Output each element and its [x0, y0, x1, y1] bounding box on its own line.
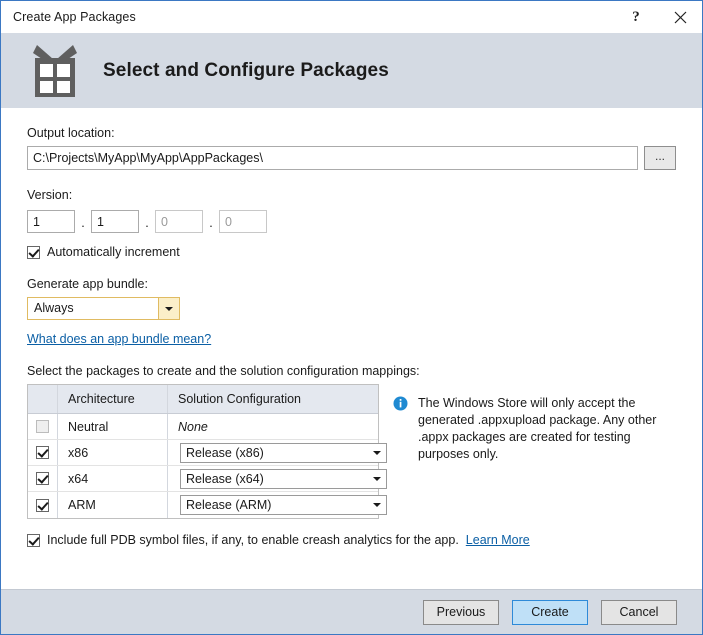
packages-instruction: Select the packages to create and the so… — [27, 364, 676, 378]
package-gift-box-icon — [29, 43, 81, 99]
version-separator-3: . — [203, 208, 219, 235]
pdb-symbols-row[interactable]: Include full PDB symbol files, if any, t… — [27, 533, 676, 547]
column-header-solution-configuration: Solution Configuration — [168, 385, 378, 413]
chevron-down-icon — [373, 503, 381, 507]
close-button[interactable] — [658, 1, 702, 33]
configuration-value-x86: Release (x86) — [181, 444, 368, 462]
configuration-combobox-x64[interactable]: Release (x64) — [180, 469, 387, 489]
app-bundle-dropdown-button[interactable] — [158, 298, 179, 319]
chevron-down-icon — [373, 477, 381, 481]
auto-increment-row[interactable]: Automatically increment — [27, 245, 676, 259]
question-mark-icon: ? — [632, 10, 640, 25]
browse-button[interactable]: ... — [644, 146, 676, 170]
window-controls: ? — [614, 1, 702, 33]
configuration-dropdown-button-x64[interactable] — [368, 477, 386, 481]
row-select-cell[interactable] — [28, 440, 58, 465]
configuration-combobox-x86[interactable]: Release (x86) — [180, 443, 387, 463]
configuration-value-arm: Release (ARM) — [181, 496, 368, 514]
architecture-cell: Neutral — [58, 414, 168, 439]
title-bar: Create App Packages ? — [1, 1, 702, 33]
close-icon — [674, 11, 687, 24]
auto-increment-label: Automatically increment — [47, 245, 180, 259]
row-select-cell[interactable] — [28, 492, 58, 518]
cancel-button[interactable]: Cancel — [601, 600, 677, 625]
version-build-input[interactable] — [155, 210, 203, 233]
column-header-select — [28, 385, 58, 413]
column-header-architecture: Architecture — [58, 385, 168, 413]
info-circle-icon — [393, 396, 408, 411]
app-bundle-combobox[interactable]: Always — [27, 297, 180, 320]
window-title: Create App Packages — [13, 10, 136, 24]
previous-button[interactable]: Previous — [423, 600, 499, 625]
packages-section: Architecture Solution Configuration Neut… — [27, 384, 676, 519]
version-row: . . . — [27, 208, 676, 235]
create-button[interactable]: Create — [512, 600, 588, 625]
table-row: Neutral None — [28, 414, 378, 440]
architecture-cell: ARM — [58, 492, 168, 518]
dialog-footer: Previous Create Cancel — [1, 589, 702, 634]
table-row: x86 Release (x86) — [28, 440, 378, 466]
configuration-combobox-arm[interactable]: Release (ARM) — [180, 495, 387, 515]
store-info-text: The Windows Store will only accept the g… — [418, 395, 668, 463]
pdb-symbols-label: Include full PDB symbol files, if any, t… — [47, 533, 459, 547]
table-row: ARM Release (ARM) — [28, 492, 378, 518]
row-select-cell[interactable] — [28, 466, 58, 491]
configuration-value-x64: Release (x64) — [181, 470, 368, 488]
pdb-symbols-checkbox[interactable] — [27, 534, 40, 547]
row-select-cell[interactable] — [28, 414, 58, 439]
output-location-row: ... — [27, 146, 676, 170]
package-checkbox-x86[interactable] — [36, 446, 49, 459]
packages-grid-header: Architecture Solution Configuration — [28, 384, 378, 414]
version-label: Version: — [27, 188, 676, 202]
ellipsis-icon: ... — [655, 149, 665, 163]
chevron-down-icon — [165, 307, 173, 311]
version-minor-input[interactable] — [91, 210, 139, 233]
package-checkbox-neutral[interactable] — [36, 420, 49, 433]
architecture-cell: x86 — [58, 440, 168, 465]
dialog-banner: Select and Configure Packages — [1, 33, 702, 108]
table-row: x64 Release (x64) — [28, 466, 378, 492]
pdb-learn-more-link[interactable]: Learn More — [466, 533, 530, 547]
auto-increment-checkbox[interactable] — [27, 246, 40, 259]
packages-grid: Architecture Solution Configuration Neut… — [27, 384, 379, 519]
version-major-input[interactable] — [27, 210, 75, 233]
package-checkbox-x64[interactable] — [36, 472, 49, 485]
architecture-cell: x64 — [58, 466, 168, 491]
configuration-dropdown-button-arm[interactable] — [368, 503, 386, 507]
dialog-content: Output location: ... Version: . . . Auto… — [1, 108, 702, 589]
app-bundle-selected-value: Always — [28, 298, 158, 319]
app-bundle-label: Generate app bundle: — [27, 277, 676, 291]
package-checkbox-arm[interactable] — [36, 499, 49, 512]
app-bundle-help-link[interactable]: What does an app bundle mean? — [27, 332, 676, 346]
create-app-packages-dialog: Create App Packages ? — [0, 0, 703, 635]
configuration-cell-neutral: None — [178, 420, 208, 434]
output-location-input[interactable] — [27, 146, 638, 170]
store-info-panel: The Windows Store will only accept the g… — [379, 384, 676, 463]
help-button[interactable]: ? — [614, 1, 658, 33]
version-separator-2: . — [139, 208, 155, 235]
banner-title: Select and Configure Packages — [103, 60, 389, 82]
output-location-label: Output location: — [27, 126, 676, 140]
version-revision-input[interactable] — [219, 210, 267, 233]
version-separator-1: . — [75, 208, 91, 235]
